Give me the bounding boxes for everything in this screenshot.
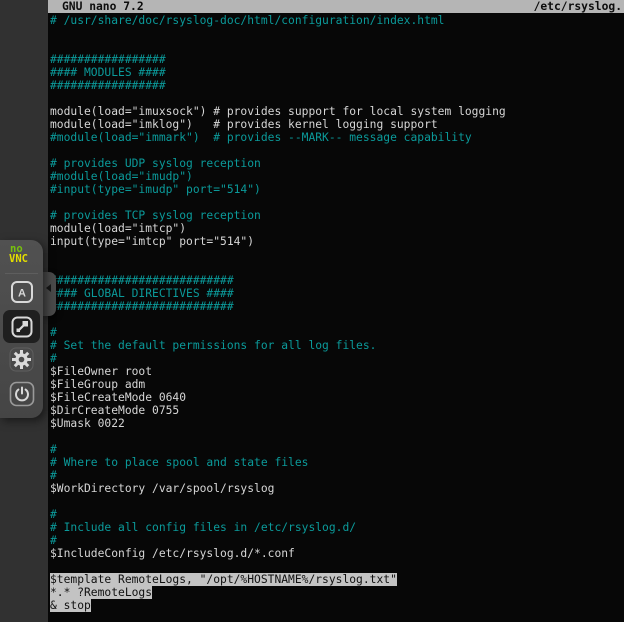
editor-line: $IncludeConfig /etc/rsyslog.d/*.conf: [50, 547, 624, 560]
editor-line: ###########################: [50, 300, 624, 313]
editor-line: [50, 27, 624, 40]
editor-line: #: [50, 508, 624, 521]
editor-line: # provides UDP syslog reception: [50, 157, 624, 170]
editor-line: #: [50, 469, 624, 482]
file-path: /etc/rsyslog.: [534, 0, 622, 13]
editor-line: $FileGroup adm: [50, 378, 624, 391]
panel-divider: [5, 273, 38, 274]
editor-line: [50, 560, 624, 573]
editor-line: $WorkDirectory /var/spool/rsyslog: [50, 482, 624, 495]
vnc-logo: no VNC: [9, 245, 28, 264]
editor-line: #### GLOBAL DIRECTIVES ####: [50, 287, 624, 300]
editor-line: # Include all config files in /etc/rsysl…: [50, 521, 624, 534]
editor-line: [50, 196, 624, 209]
vnc-logo-vnc: VNC: [9, 254, 28, 264]
editor-line: #input(type="imudp" port="514"): [50, 183, 624, 196]
panel-collapse-handle[interactable]: [42, 272, 56, 316]
editor-line: #: [50, 326, 624, 339]
power-button[interactable]: [8, 380, 35, 407]
page-background: GNU nano 7.2 /etc/rsyslog. # /usr/share/…: [0, 0, 624, 622]
editor-line: ###########################: [50, 274, 624, 287]
gear-icon: [9, 347, 34, 372]
editor-line: [50, 92, 624, 105]
fullscreen-button[interactable]: [3, 310, 40, 343]
editor-line: #################: [50, 53, 624, 66]
editor-line: $FileOwner root: [50, 365, 624, 378]
app-title: GNU nano 7.2: [62, 0, 144, 13]
collapse-arrow-icon: [46, 284, 51, 292]
editor-line: [50, 313, 624, 326]
editor-line: #: [50, 352, 624, 365]
editor-line: [50, 495, 624, 508]
fullscreen-icon: [10, 315, 34, 339]
editor-content[interactable]: # /usr/share/doc/rsyslog-doc/html/config…: [48, 13, 624, 612]
terminal-screen[interactable]: GNU nano 7.2 /etc/rsyslog. # /usr/share/…: [48, 0, 624, 622]
editor-line: $template RemoteLogs, "/opt/%HOSTNAME%/r…: [50, 573, 624, 586]
editor-line: #: [50, 443, 624, 456]
editor-line: # Set the default permissions for all lo…: [50, 339, 624, 352]
editor-line: module(load="imuxsock") # provides suppo…: [50, 105, 624, 118]
editor-line: #### MODULES ####: [50, 66, 624, 79]
editor-line: & stop: [50, 599, 624, 612]
keyboard-a-icon: A: [10, 280, 34, 304]
editor-line: [50, 430, 624, 443]
editor-line: #module(load="imudp"): [50, 170, 624, 183]
editor-line: [50, 40, 624, 53]
editor-line: $DirCreateMode 0755: [50, 404, 624, 417]
keyboard-button[interactable]: A: [9, 279, 34, 304]
svg-text:A: A: [18, 287, 26, 299]
nano-titlebar: GNU nano 7.2 /etc/rsyslog.: [48, 0, 624, 13]
editor-line: module(load="imtcp"): [50, 222, 624, 235]
editor-line: # Where to place spool and state files: [50, 456, 624, 469]
editor-line: module(load="imklog") # provides kernel …: [50, 118, 624, 131]
editor-line: $FileCreateMode 0640: [50, 391, 624, 404]
editor-line: #module(load="immark") # provides --MARK…: [50, 131, 624, 144]
editor-line: *.* ?RemoteLogs: [50, 586, 624, 599]
vnc-control-panel: no VNC A: [0, 240, 43, 418]
editor-line: # provides TCP syslog reception: [50, 209, 624, 222]
editor-line: [50, 261, 624, 274]
editor-line: #################: [50, 79, 624, 92]
settings-button[interactable]: [9, 347, 34, 372]
editor-line: #: [50, 534, 624, 547]
editor-line: input(type="imtcp" port="514"): [50, 235, 624, 248]
editor-line: $Umask 0022: [50, 417, 624, 430]
editor-line: [50, 144, 624, 157]
editor-line: [50, 248, 624, 261]
editor-line: # /usr/share/doc/rsyslog-doc/html/config…: [50, 14, 624, 27]
power-icon: [9, 381, 35, 407]
